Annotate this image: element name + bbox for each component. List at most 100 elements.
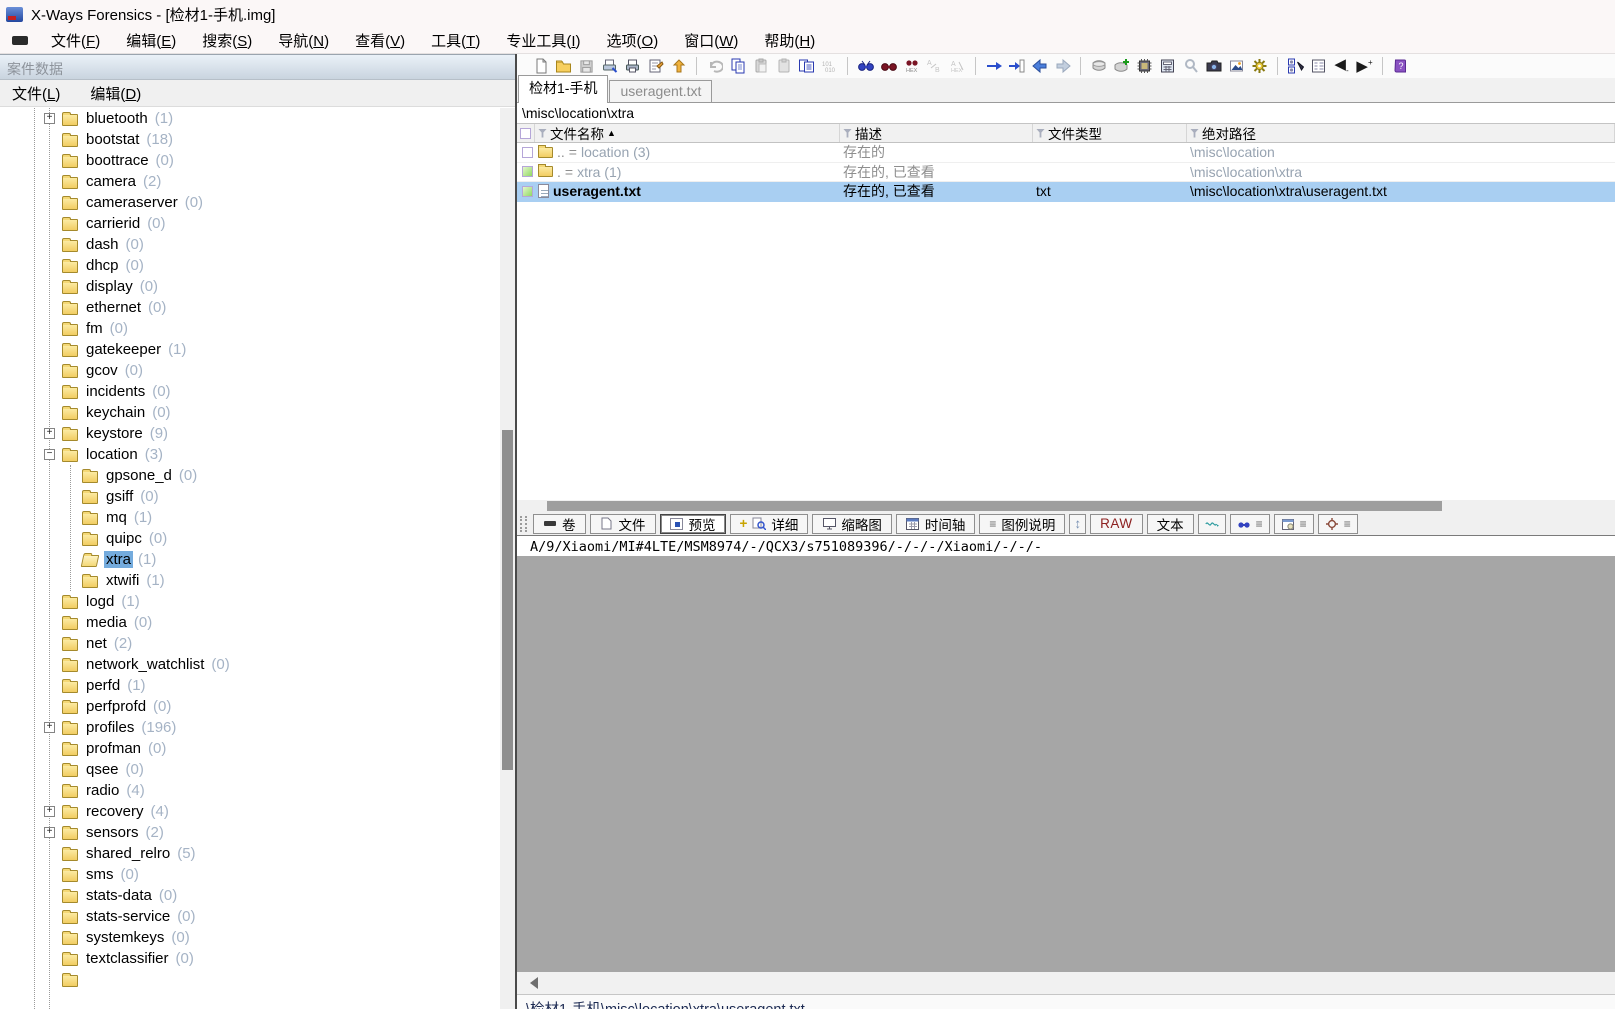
sync-button[interactable]: ↕ <box>1069 513 1087 534</box>
tree-item-label[interactable]: stats-service <box>84 908 172 925</box>
tree-item[interactable]: + bluetooth (1) <box>0 108 500 129</box>
tree-item-label[interactable]: logd <box>84 593 116 610</box>
magnifier-icon[interactable] <box>1179 55 1202 77</box>
tree-item-label[interactable]: net <box>84 635 109 652</box>
tree-item-label[interactable]: xtra <box>104 551 134 568</box>
tree-item-label[interactable]: dhcp <box>84 257 121 274</box>
child-window-icon[interactable] <box>12 36 28 45</box>
tree-item[interactable]: + sensors (2) <box>0 822 500 843</box>
tree-item[interactable]: carrierid (0) <box>0 213 500 234</box>
mode-legend-button[interactable]: ≡ 图例说明 <box>979 513 1066 534</box>
components-icon[interactable] <box>1284 55 1307 77</box>
tree-item-label[interactable]: profiles <box>84 719 136 736</box>
tree-item[interactable]: stats-service (0) <box>0 906 500 927</box>
goto-block-icon[interactable] <box>1005 55 1028 77</box>
filter-funnel-icon[interactable] <box>538 128 547 138</box>
capture-screen-icon[interactable] <box>1202 55 1225 77</box>
tree-scrollbar-thumb[interactable] <box>502 430 513 770</box>
filter-funnel-icon[interactable] <box>1190 128 1199 138</box>
tree-item[interactable]: network_watchlist (0) <box>0 654 500 675</box>
text-replace-icon[interactable]: AB <box>923 55 946 77</box>
print-preview-icon[interactable] <box>598 55 621 77</box>
tree-item-label[interactable]: location <box>84 446 140 463</box>
tree-item-label[interactable]: gatekeeper <box>84 341 163 358</box>
event-list-button[interactable]: ≡ <box>1273 513 1314 534</box>
filter-funnel-icon[interactable] <box>1036 128 1045 138</box>
tree-item-label[interactable]: ethernet <box>84 299 143 316</box>
mode-file-button[interactable]: 文件 <box>589 513 656 534</box>
file-list-horizontal-scrollbar[interactable] <box>517 500 1615 512</box>
report-table-icon[interactable] <box>1307 55 1330 77</box>
row-checkbox[interactable] <box>522 185 533 197</box>
tree-item[interactable]: perfd (1) <box>0 675 500 696</box>
menu-options[interactable]: 选项(O) <box>594 28 672 53</box>
tree-item[interactable]: keychain (0) <box>0 402 500 423</box>
tab-evidence[interactable]: 检材1-手机 <box>518 75 609 103</box>
gallery-icon[interactable] <box>1225 55 1248 77</box>
tree-item[interactable]: systemkeys (0) <box>0 927 500 948</box>
hex-search-icon[interactable]: HEX <box>900 55 923 77</box>
tree-item[interactable]: shared_relro (5) <box>0 843 500 864</box>
export-icon[interactable] <box>667 55 690 77</box>
menu-view[interactable]: 查看(V) <box>342 28 418 53</box>
open-disk-icon[interactable] <box>1087 55 1110 77</box>
tree-item-label[interactable]: gpsone_d <box>104 467 174 484</box>
tree-item[interactable]: + keystore (9) <box>0 423 500 444</box>
tree-item-label[interactable]: recovery <box>84 803 146 820</box>
paste-icon[interactable] <box>749 55 772 77</box>
tree-item[interactable]: sms (0) <box>0 864 500 885</box>
current-path-bar[interactable]: \misc\location\xtra <box>517 103 1615 124</box>
open-memory-icon[interactable] <box>1133 55 1156 77</box>
tree-item[interactable]: quipc (0) <box>0 528 500 549</box>
tree-item-label[interactable]: perfprofd <box>84 698 148 715</box>
menu-file[interactable]: 文件(F) <box>38 28 113 53</box>
search-hit-list-button[interactable]: ≡ <box>1229 513 1270 534</box>
tree-item[interactable]: gcov (0) <box>0 360 500 381</box>
tree-item[interactable]: ethernet (0) <box>0 297 500 318</box>
copy-hex-icon[interactable] <box>795 55 818 77</box>
tree-item[interactable]: display (0) <box>0 276 500 297</box>
menu-help[interactable]: 帮助(H) <box>751 28 828 53</box>
tree-item-label[interactable]: stats-data <box>84 887 154 904</box>
table-row-selected[interactable]: useragent.txt 存在的, 已查看 txt \misc\locatio… <box>517 182 1615 202</box>
column-header-path[interactable]: 绝对路径 <box>1187 124 1615 142</box>
menu-specialist[interactable]: 专业工具(I) <box>493 28 593 53</box>
binary-copy-icon[interactable]: 101 010 <box>818 55 841 77</box>
add-image-icon[interactable] <box>1110 55 1133 77</box>
tree-item-label[interactable]: network_watchlist <box>84 656 206 673</box>
table-row[interactable]: .. = location (3) 存在的 \misc\location <box>517 143 1615 163</box>
previous-item-icon[interactable]: ◀- <box>1330 55 1353 77</box>
settings-gear-icon[interactable] <box>1248 55 1271 77</box>
printer-icon[interactable] <box>621 55 644 77</box>
mode-details-button[interactable]: + 详细 <box>729 513 809 534</box>
menu-tools[interactable]: 工具(T) <box>418 28 493 53</box>
tree-expand-toggle[interactable]: + <box>44 428 55 439</box>
simultaneous-search-icon[interactable] <box>877 55 900 77</box>
tree-item[interactable]: stats-data (0) <box>0 885 500 906</box>
open-folder-icon[interactable] <box>552 55 575 77</box>
help-book-icon[interactable]: ? <box>1389 55 1412 77</box>
tree-item-label[interactable]: bootstat <box>84 131 141 148</box>
tree-item-label[interactable]: boottrace <box>84 152 151 169</box>
column-header-description[interactable]: 描述 <box>840 124 1033 142</box>
case-menu-file[interactable]: 文件(L) <box>12 83 60 104</box>
mode-thumbnails-button[interactable]: 缩略图 <box>812 513 892 534</box>
tree-item[interactable]: gsiff (0) <box>0 486 500 507</box>
tree-item-label[interactable]: fm <box>84 320 105 337</box>
tree-item-label[interactable]: incidents <box>84 383 147 400</box>
next-item-icon[interactable]: ▶+ <box>1353 55 1376 77</box>
find-text-icon[interactable] <box>854 55 877 77</box>
mode-preview-button[interactable]: 预览 <box>659 513 726 534</box>
mode-volume-button[interactable]: 卷 <box>533 513 586 534</box>
menu-search[interactable]: 搜索(S) <box>189 28 265 53</box>
tree-item[interactable]: dash (0) <box>0 234 500 255</box>
tree-item-label[interactable]: carrierid <box>84 215 142 232</box>
column-header-filename[interactable]: 文件名称 ▲ <box>535 124 840 142</box>
paste-special-icon[interactable] <box>772 55 795 77</box>
tree-item[interactable]: logd (1) <box>0 591 500 612</box>
new-case-icon[interactable] <box>529 55 552 77</box>
tree-item-label[interactable]: quipc <box>104 530 144 547</box>
row-checkbox[interactable] <box>522 146 533 158</box>
tree-item-label[interactable]: radio <box>84 782 121 799</box>
tree-item-label[interactable]: keychain <box>84 404 147 421</box>
